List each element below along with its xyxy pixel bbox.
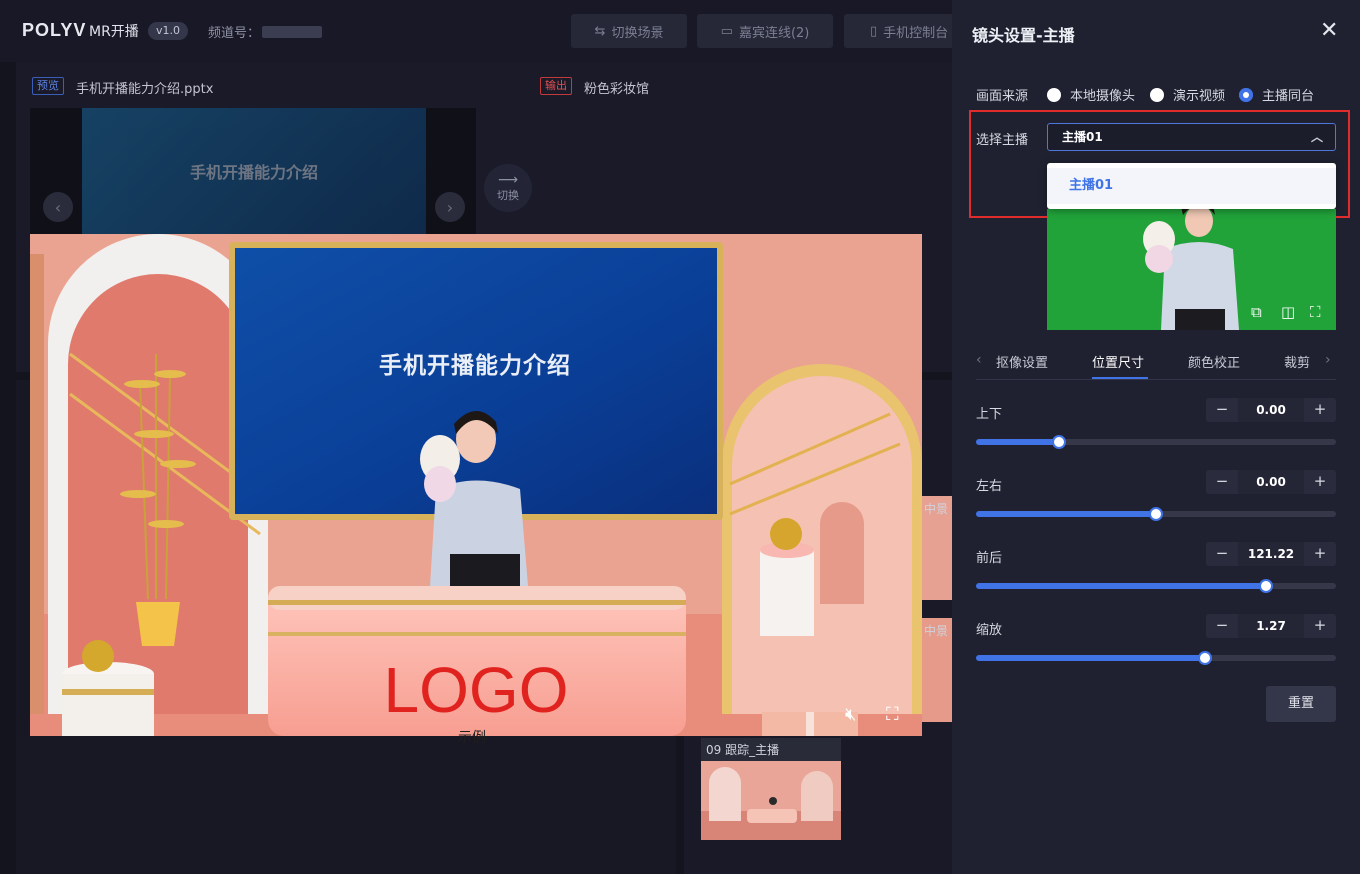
- stage-desk-logo: LOGO: [383, 654, 569, 726]
- horizontal-slider[interactable]: [976, 507, 1336, 521]
- tab-crop[interactable]: 裁剪: [1284, 352, 1318, 371]
- scene-label-2: 中景: [924, 624, 949, 638]
- slider-fill: [976, 511, 1156, 517]
- anchor-select-label: 选择主播: [976, 133, 1029, 148]
- radio-icon: [1047, 87, 1061, 102]
- source-option-label: 本地摄像头: [1070, 89, 1136, 104]
- phone-console-button[interactable]: ▯ 手机控制台: [844, 14, 952, 48]
- fullscreen-icon[interactable]: ⛶: [1310, 303, 1321, 321]
- phone-console-label: 手机控制台: [883, 25, 949, 41]
- scale-value[interactable]: 1.27: [1238, 614, 1304, 638]
- guest-connect-label: 嘉宾连线(2): [738, 25, 810, 41]
- source-label: 画面来源: [976, 89, 1029, 104]
- plus-icon[interactable]: +: [1304, 470, 1336, 494]
- fullscreen-icon[interactable]: ⛶: [886, 704, 899, 725]
- depth-value[interactable]: 121.22: [1238, 542, 1304, 566]
- minus-icon[interactable]: −: [1206, 542, 1238, 566]
- preview-slide: 手机开播能力介绍: [82, 108, 426, 234]
- mirror-icon[interactable]: ◫: [1281, 303, 1295, 321]
- swap-icon: ⇆: [594, 23, 606, 39]
- output-title: 粉色彩妆馆: [584, 82, 650, 97]
- anchor-select[interactable]: 主播01 ︿: [1047, 123, 1336, 151]
- slider-fill: [976, 655, 1205, 661]
- close-icon[interactable]: ✕: [1320, 18, 1338, 43]
- chevron-left-icon: ‹: [54, 197, 62, 217]
- next-slide-button[interactable]: ›: [435, 192, 465, 222]
- preview-slide-text: 手机开播能力介绍: [189, 163, 318, 182]
- scene-thumb-3: [701, 761, 841, 840]
- param-label-horizontal: 左右: [976, 479, 1003, 494]
- version-badge: v1.0: [148, 22, 189, 40]
- chevron-left-icon[interactable]: ‹: [976, 352, 982, 368]
- depth-stepper[interactable]: − 121.22 +: [1206, 542, 1336, 566]
- output-tag: 输出: [540, 77, 572, 95]
- source-option-anchor-sync[interactable]: 主播同台: [1239, 85, 1314, 104]
- slider-fill: [976, 583, 1266, 589]
- preview-tag: 预览: [32, 77, 64, 95]
- anchor-select-value: 主播01: [1062, 130, 1103, 144]
- stage-screen-text: 手机开播能力介绍: [379, 353, 571, 379]
- scene-thumb-3-image: [701, 761, 841, 840]
- minus-icon[interactable]: −: [1206, 398, 1238, 422]
- active-tab-indicator: [1092, 377, 1148, 379]
- depth-slider[interactable]: [976, 579, 1336, 593]
- slider-knob[interactable]: [1258, 579, 1273, 593]
- param-label-scale: 缩放: [976, 623, 1003, 638]
- drawer-title: 镜头设置-主播: [972, 26, 1075, 45]
- switch-label: 切换: [497, 189, 519, 202]
- prev-slide-button[interactable]: ‹: [43, 192, 73, 222]
- reset-button[interactable]: 重置: [1266, 686, 1336, 722]
- arrow-right-icon: ⟶: [497, 172, 519, 188]
- param-label-depth: 前后: [976, 551, 1003, 566]
- tab-position-size[interactable]: 位置尺寸: [1092, 352, 1144, 371]
- channel-label: 频道号：: [208, 26, 261, 41]
- app-name: MR开播: [89, 24, 139, 40]
- channel-number-masked: [262, 26, 322, 38]
- phone-icon: ▯: [870, 23, 878, 39]
- radio-selected-icon: [1239, 87, 1253, 102]
- switch-button[interactable]: ⟶ 切换: [484, 164, 532, 212]
- tab-keying[interactable]: 抠像设置: [996, 352, 1048, 371]
- stage-caption: 示例: [458, 730, 486, 746]
- tab-color-correction[interactable]: 颜色校正: [1188, 352, 1240, 371]
- chevron-right-icon[interactable]: ›: [1325, 352, 1331, 368]
- minus-icon[interactable]: −: [1206, 470, 1238, 494]
- radio-icon: [1150, 87, 1164, 102]
- scene-label-3: 09 跟踪_主播: [706, 743, 780, 757]
- scale-stepper[interactable]: − 1.27 +: [1206, 614, 1336, 638]
- preview-title: 手机开播能力介绍.pptx: [76, 82, 214, 97]
- video-camera-icon: ▭: [720, 23, 733, 39]
- guest-connect-button[interactable]: ▭ 嘉宾连线(2): [697, 14, 833, 48]
- scale-slider[interactable]: [976, 651, 1336, 665]
- vertical-stepper[interactable]: − 0.00 +: [1206, 398, 1336, 422]
- slider-knob[interactable]: [1051, 435, 1066, 449]
- mute-icon[interactable]: 🔇︎: [845, 704, 856, 725]
- minus-icon[interactable]: −: [1206, 614, 1238, 638]
- slider-knob[interactable]: [1197, 651, 1212, 665]
- switch-scene-button[interactable]: ⇆ 切换场景: [571, 14, 687, 48]
- chevron-up-icon: ︿: [1310, 130, 1323, 144]
- plus-icon[interactable]: +: [1304, 542, 1336, 566]
- horizontal-value[interactable]: 0.00: [1238, 470, 1304, 494]
- source-option-label: 演示视频: [1173, 89, 1226, 104]
- slider-knob[interactable]: [1149, 507, 1163, 521]
- scene-label-1: 中景: [924, 502, 949, 516]
- switch-scene-label: 切换场景: [611, 25, 664, 41]
- anchor-option-01[interactable]: 主播01: [1047, 168, 1336, 204]
- vertical-value[interactable]: 0.00: [1238, 398, 1304, 422]
- horizontal-stepper[interactable]: − 0.00 +: [1206, 470, 1336, 494]
- source-option-label: 主播同台: [1262, 89, 1315, 104]
- slider-fill: [976, 439, 1059, 445]
- settings-tabs: ‹ 抠像设置 位置尺寸 颜色校正 裁剪 ›: [976, 344, 1336, 380]
- source-option-demo-video[interactable]: 演示视频: [1150, 85, 1225, 104]
- rotate-icon[interactable]: ⧉: [1251, 303, 1262, 321]
- plus-icon[interactable]: +: [1304, 614, 1336, 638]
- plus-icon[interactable]: +: [1304, 398, 1336, 422]
- anchor-dropdown-menu: 主播01: [1047, 163, 1336, 209]
- param-label-vertical: 上下: [976, 407, 1003, 422]
- vertical-slider[interactable]: [976, 435, 1336, 449]
- chevron-right-icon: ›: [446, 197, 454, 217]
- source-option-local-camera[interactable]: 本地摄像头: [1047, 85, 1135, 104]
- polyv-logo: POLYV: [22, 20, 87, 40]
